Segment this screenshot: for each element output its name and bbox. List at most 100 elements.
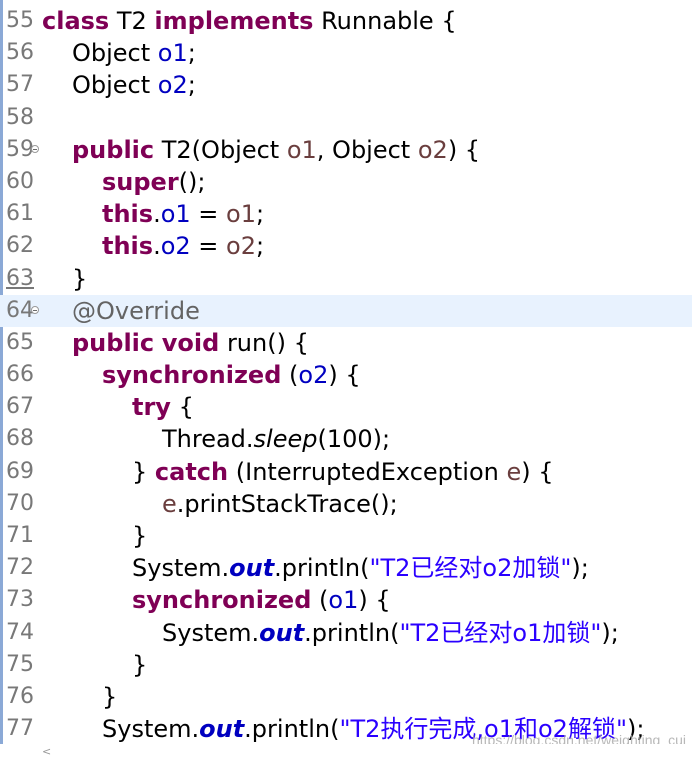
line-number: 61 <box>6 201 34 227</box>
code-text[interactable]: this.o2 = o2; <box>42 230 264 262</box>
code-token: out <box>199 715 245 744</box>
code-token: class <box>42 7 110 35</box>
line-number: 71 <box>6 523 34 548</box>
code-line[interactable]: 55 class T2 implements Runnable { <box>0 5 692 37</box>
code-line[interactable]: 66 synchronized (o2) { <box>0 359 692 391</box>
code-token: e <box>506 457 522 486</box>
line-number: 68 <box>6 426 34 452</box>
line-number: 65 <box>6 329 34 355</box>
code-line[interactable]: 60 super(); <box>0 166 692 198</box>
code-token: "T2已经对o2加锁" <box>369 554 572 583</box>
code-editor[interactable]: 55 class T2 implements Runnable { 56 Object… <box>0 0 692 762</box>
scroll-left-icon[interactable]: < <box>42 745 51 758</box>
code-text[interactable]: public T2(Object o1, Object o2) { <box>42 134 480 166</box>
code-token: implements <box>154 7 314 35</box>
code-line[interactable]: 59 public T2(Object o1, Object o2) { <box>0 134 692 166</box>
code-line[interactable]: 69} catch (InterruptedException e) { <box>0 456 692 488</box>
code-token: synchronized <box>102 361 282 390</box>
code-token: public <box>72 135 155 164</box>
code-token: ; <box>187 71 196 100</box>
code-token: .println( <box>244 715 340 744</box>
code-token: . <box>153 200 161 229</box>
code-text[interactable]: } <box>42 681 117 713</box>
code-token: e <box>162 489 177 518</box>
code-text[interactable]: } catch (InterruptedException e) { <box>42 456 554 488</box>
code-token: System. <box>102 715 200 744</box>
line-number: 73 <box>6 587 34 613</box>
code-token: } <box>132 522 148 550</box>
code-token: synchronized <box>132 586 312 615</box>
code-token: ); <box>601 618 619 647</box>
code-text[interactable]: @Override <box>42 295 200 327</box>
code-token: .println( <box>304 618 400 647</box>
code-token: super <box>102 167 179 196</box>
code-token: T2(Object <box>154 135 287 164</box>
code-line[interactable]: 57 Object o2; <box>0 69 692 101</box>
code-token: o1 <box>157 39 188 68</box>
code-token: . <box>153 232 161 261</box>
code-line[interactable]: 63} <box>0 263 692 295</box>
code-token: Thread. <box>162 425 254 454</box>
code-text[interactable]: Thread.sleep(100); <box>42 423 390 455</box>
code-token: catch <box>154 457 229 486</box>
code-line[interactable]: 74 System.out.println("T2已经对o1加锁"); <box>0 617 692 649</box>
code-line[interactable]: 72 System.out.println("T2已经对o2加锁"); <box>0 552 692 584</box>
code-token: o2 <box>226 232 256 261</box>
code-text[interactable]: System.out.println("T2已经对o1加锁"); <box>42 617 619 649</box>
line-number: 66 <box>6 362 34 388</box>
code-text[interactable]: } <box>42 520 147 552</box>
code-token: System. <box>162 618 260 647</box>
code-token: sleep <box>253 425 318 454</box>
horizontal-scrollbar[interactable]: < <box>38 744 692 762</box>
code-text[interactable]: Object o1; <box>42 37 196 69</box>
collapse-fold-icon[interactable] <box>31 305 39 314</box>
code-text[interactable]: this.o1 = o1; <box>42 198 264 230</box>
code-token: ); <box>571 554 589 583</box>
code-token: o2 <box>298 361 329 390</box>
code-line[interactable]: 73 synchronized (o1) { <box>0 584 692 616</box>
code-line[interactable]: 71} <box>0 520 692 552</box>
code-token: = <box>190 200 227 229</box>
code-token: try <box>132 393 171 422</box>
code-line[interactable]: 61 this.o1 = o1; <box>0 198 692 230</box>
code-text[interactable]: System.out.println("T2已经对o2加锁"); <box>42 552 589 584</box>
code-text[interactable]: super(); <box>42 166 205 198</box>
collapse-fold-icon[interactable] <box>31 144 39 153</box>
code-text[interactable]: Object o2; <box>42 69 196 101</box>
code-token: "T2已经对o1加锁" <box>399 618 602 647</box>
code-token: { <box>170 393 194 422</box>
line-number: 75 <box>6 651 34 677</box>
code-token: , Object <box>316 135 418 164</box>
code-text[interactable]: } <box>42 649 147 681</box>
line-number: 76 <box>6 683 34 709</box>
code-token: run() { <box>219 328 309 357</box>
code-line[interactable]: 65 public void run() { <box>0 327 692 359</box>
line-number: 63 <box>6 265 34 291</box>
code-token: o1 <box>286 135 317 164</box>
code-token: Object <box>72 39 158 68</box>
code-token: @Override <box>72 296 200 325</box>
code-token: .printStackTrace(); <box>176 489 398 518</box>
code-line[interactable]: 75} <box>0 649 692 681</box>
code-line[interactable]: 56 Object o1; <box>0 37 692 69</box>
code-lines[interactable]: 55 class T2 implements Runnable { 56 Object… <box>0 5 692 745</box>
code-line[interactable]: 62 this.o2 = o2; <box>0 230 692 262</box>
code-text[interactable]: class T2 implements Runnable { <box>42 5 457 37</box>
code-text[interactable]: e.printStackTrace(); <box>42 488 398 520</box>
code-token: .println( <box>274 554 370 583</box>
code-line[interactable]: 70 e.printStackTrace(); <box>0 488 692 520</box>
code-line[interactable]: 68 Thread.sleep(100); <box>0 423 692 455</box>
code-line[interactable]: 58 <box>0 102 692 134</box>
code-line[interactable]: 64 @Override <box>0 294 692 327</box>
code-token: = <box>190 232 227 261</box>
code-line[interactable]: 67 try { <box>0 391 692 423</box>
code-text[interactable]: synchronized (o1) { <box>42 584 391 616</box>
code-text[interactable]: public void run() { <box>42 327 309 359</box>
code-text[interactable]: } <box>42 263 87 295</box>
code-text[interactable]: synchronized (o2) { <box>42 359 361 391</box>
code-text[interactable]: try { <box>42 391 194 423</box>
code-token: o1 <box>160 200 191 229</box>
line-number: 56 <box>6 40 34 66</box>
code-line[interactable]: 76} <box>0 681 692 713</box>
